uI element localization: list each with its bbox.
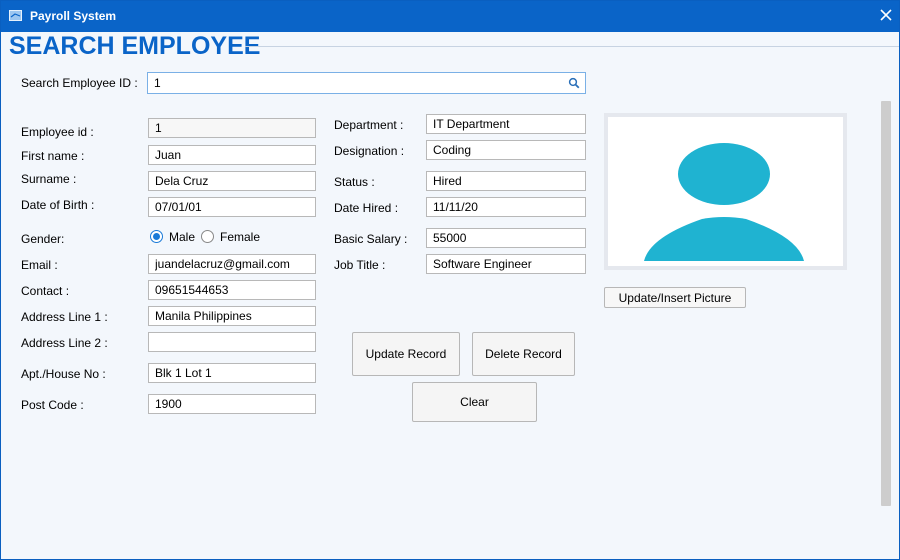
employee-photo [604,113,847,270]
job-title-field[interactable] [426,254,586,274]
search-box [147,72,586,94]
first-name-label: First name : [21,149,85,163]
status-label: Status : [334,175,375,189]
clear-button[interactable]: Clear [412,382,537,422]
email-label: Email : [21,258,58,272]
delete-record-button[interactable]: Delete Record [472,332,575,376]
gender-male-label[interactable]: Male [169,230,195,244]
address-line-2-label: Address Line 2 : [21,336,108,350]
contact-label: Contact : [21,284,70,298]
address-line-1-field[interactable] [148,306,316,326]
post-code-label: Post Code : [21,398,84,412]
gender-male-radio[interactable] [150,230,163,243]
gender-label: Gender: [21,232,65,246]
update-record-button[interactable]: Update Record [352,332,460,376]
surname-label: Surname : [21,172,77,186]
search-icon[interactable] [568,77,580,89]
payroll-window: Payroll System SEARCH EMPLOYEE Search Em… [0,0,900,560]
job-title-label: Job Title : [334,258,386,272]
department-field[interactable] [426,114,586,134]
page-title: SEARCH EMPLOYEE [9,32,261,60]
post-code-field[interactable] [148,394,316,414]
status-field[interactable] [426,171,586,191]
app-window-icon [9,10,22,21]
department-label: Department : [334,118,404,132]
basic-salary-field[interactable] [426,228,586,248]
address-line-2-field[interactable] [148,332,316,352]
search-employee-input[interactable] [148,73,570,93]
gender-female-radio[interactable] [201,230,214,243]
gender-female-label[interactable]: Female [220,230,260,244]
employee-id-field[interactable] [148,118,316,138]
contact-field[interactable] [148,280,316,300]
search-employee-label: Search Employee ID : [21,76,138,90]
update-insert-picture-button[interactable]: Update/Insert Picture [604,287,746,308]
employee-id-label: Employee id : [21,125,94,139]
close-icon[interactable] [873,5,897,27]
date-hired-field[interactable] [426,197,586,217]
window-title: Payroll System [30,9,117,23]
surname-field[interactable] [148,171,316,191]
user-avatar-icon [644,143,804,261]
date-hired-label: Date Hired : [334,201,399,215]
apt-house-field[interactable] [148,363,316,383]
designation-label: Designation : [334,144,405,158]
heading-divider [245,46,899,47]
first-name-field[interactable] [148,145,316,165]
apt-house-label: Apt./House No : [21,367,106,381]
email-field[interactable] [148,254,316,274]
dob-field[interactable] [148,197,316,217]
designation-field[interactable] [426,140,586,160]
address-line-1-label: Address Line 1 : [21,310,108,324]
basic-salary-label: Basic Salary : [334,232,408,246]
title-bar: Payroll System [1,1,899,32]
dob-label: Date of Birth : [21,198,95,212]
vertical-scrollbar[interactable] [881,101,891,506]
